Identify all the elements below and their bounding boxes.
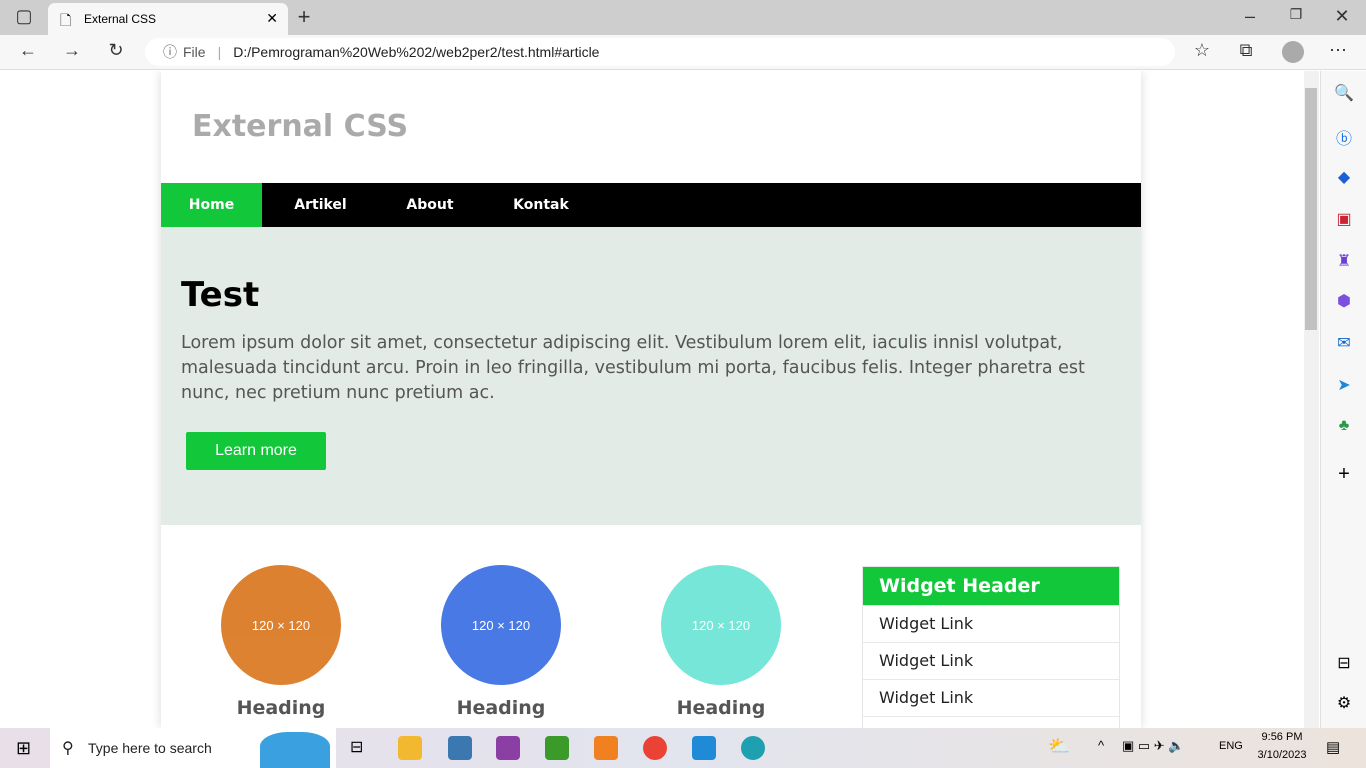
bing-icon[interactable]: ⓑ	[1333, 125, 1355, 148]
python-icon[interactable]	[448, 736, 472, 760]
site-title: External CSS	[192, 109, 409, 144]
card-heading: Heading	[676, 697, 766, 719]
nav-about[interactable]: About	[379, 183, 481, 227]
card-heading: Heading	[456, 697, 546, 719]
nav-home[interactable]: Home	[161, 183, 262, 227]
forward-icon[interactable]: →	[60, 40, 84, 61]
search-highlight-image	[260, 732, 330, 768]
outlook-icon[interactable]: ✉	[1333, 333, 1355, 355]
card: 120 × 120 Heading	[611, 565, 831, 719]
widget-link[interactable]: Widget Link	[863, 716, 1119, 728]
hero-heading: Test	[181, 275, 260, 315]
url-scheme-label: File	[183, 44, 206, 60]
search-icon: ⚲	[62, 740, 74, 757]
edge-icon[interactable]	[741, 736, 765, 760]
favorites-icon[interactable]: ☆	[1190, 40, 1214, 61]
tab-title: External CSS	[84, 12, 157, 26]
edge-sidebar: 🔍 ⓑ ◆ ▣ ♜ ⬢ ✉ ➤ ♣ + ⊟ ⚙	[1320, 71, 1366, 728]
address-bar[interactable]: ⓘ File | D:/Pemrograman%20Web%202/web2pe…	[145, 38, 1175, 66]
tools-icon[interactable]: ▣	[1333, 209, 1355, 231]
vscode-icon[interactable]	[692, 736, 716, 760]
restore-icon[interactable]: ❐	[1284, 6, 1308, 23]
tray-icons[interactable]: ▣ ▭ ✈ 🔈	[1122, 738, 1184, 754]
hero-section: Test Lorem ipsum dolor sit amet, consect…	[161, 227, 1141, 525]
office-icon[interactable]: ⬢	[1333, 291, 1355, 313]
tab-bar: ▢ 🗋 External CSS ✕ + – ❐ ✕	[0, 0, 1366, 35]
weather-icon[interactable]: ⛅	[1048, 736, 1070, 757]
card: 120 × 120 Heading	[391, 565, 611, 719]
minimize-icon[interactable]: –	[1238, 6, 1262, 27]
taskbar: ⊞ ⚲ Type here to search ⊟ ⛅ ^ ▣ ▭ ✈ 🔈 EN…	[0, 728, 1366, 768]
card: 120 × 120 Heading	[171, 565, 391, 719]
page-viewport: External CSS Home Artikel About Kontak T…	[0, 71, 1304, 728]
tray-chevron-icon[interactable]: ^	[1098, 738, 1104, 753]
add-icon[interactable]: +	[1333, 463, 1355, 485]
card-heading: Heading	[236, 697, 326, 719]
url-text: D:/Pemrograman%20Web%202/web2per2/test.h…	[233, 44, 600, 60]
placeholder-image: 120 × 120	[221, 565, 341, 685]
page-icon: 🗋	[60, 12, 72, 28]
taskbar-search[interactable]: ⚲ Type here to search	[50, 728, 336, 768]
close-tab-icon[interactable]: ✕	[266, 10, 278, 27]
nav-bar: Home Artikel About Kontak	[161, 183, 1141, 227]
clock-date[interactable]: 3/10/2023	[1254, 749, 1310, 761]
profile-avatar[interactable]	[1282, 41, 1304, 63]
nav-kontak[interactable]: Kontak	[481, 183, 601, 227]
shopping-icon[interactable]: ◆	[1333, 167, 1355, 189]
chrome-icon[interactable]	[643, 736, 667, 760]
settings-icon[interactable]: ⚙	[1333, 693, 1355, 715]
widget: Widget Header Widget Link Widget Link Wi…	[862, 566, 1120, 728]
scrollbar-thumb[interactable]	[1305, 88, 1317, 330]
language-indicator[interactable]: ENG	[1219, 740, 1243, 752]
search-icon[interactable]: 🔍	[1333, 83, 1355, 105]
nav-artikel[interactable]: Artikel	[262, 183, 379, 227]
games-icon[interactable]: ♜	[1333, 251, 1355, 273]
refresh-icon[interactable]: ↻	[104, 40, 128, 61]
clock-time[interactable]: 9:56 PM	[1256, 731, 1308, 743]
windows-start-icon[interactable]: ⊞	[16, 738, 31, 759]
placeholder-image: 120 × 120	[441, 565, 561, 685]
widget-header: Widget Header	[863, 567, 1119, 605]
xampp-icon[interactable]	[594, 736, 618, 760]
tree-icon[interactable]: ♣	[1333, 417, 1355, 439]
tab-actions-icon[interactable]: ▢	[12, 6, 36, 27]
sidebar-toggle-icon[interactable]: ⊟	[1333, 653, 1355, 675]
back-icon[interactable]: ←	[16, 40, 40, 61]
new-tab-icon[interactable]: +	[292, 4, 316, 30]
close-window-icon[interactable]: ✕	[1330, 6, 1354, 27]
search-placeholder: Type here to search	[88, 740, 212, 756]
learn-more-button[interactable]: Learn more	[186, 432, 326, 470]
notification-icon[interactable]: ▤	[1326, 738, 1340, 756]
collections-icon[interactable]: ⧉	[1234, 40, 1258, 61]
placeholder-image: 120 × 120	[661, 565, 781, 685]
info-icon: ⓘ	[163, 44, 177, 60]
widget-link[interactable]: Widget Link	[863, 642, 1119, 679]
app-icon[interactable]	[545, 736, 569, 760]
browser-tab[interactable]: 🗋 External CSS ✕	[48, 3, 288, 35]
widget-link[interactable]: Widget Link	[863, 679, 1119, 716]
widget-link[interactable]: Widget Link	[863, 605, 1119, 642]
hero-text: Lorem ipsum dolor sit amet, consectetur …	[181, 333, 1085, 403]
task-view-icon[interactable]: ⊟	[350, 737, 363, 757]
more-icon[interactable]: ⋯	[1326, 40, 1350, 61]
site-container: External CSS Home Artikel About Kontak T…	[161, 71, 1141, 728]
send-icon[interactable]: ➤	[1333, 375, 1355, 397]
app-icon[interactable]	[496, 736, 520, 760]
file-explorer-icon[interactable]	[398, 736, 422, 760]
